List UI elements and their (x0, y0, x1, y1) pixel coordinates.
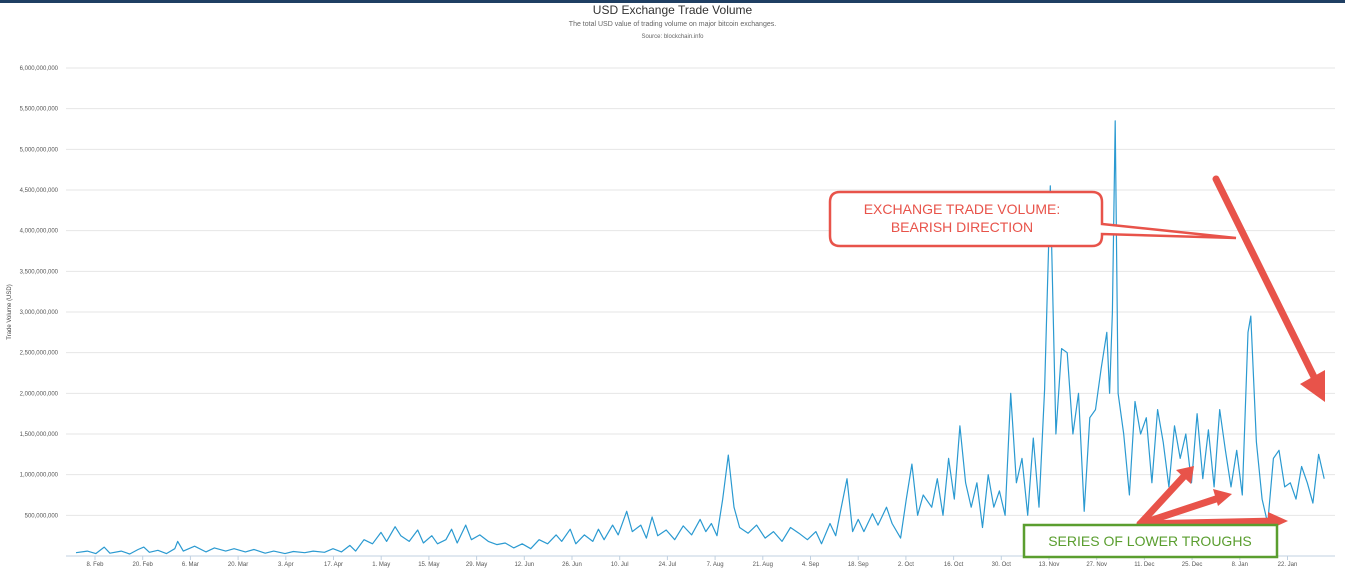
x-tick-label: 22. Jan (1278, 562, 1298, 568)
series-line (75, 120, 1325, 555)
x-tick-label: 24. Jul (659, 562, 677, 568)
y-tick-label: 2,000,000,000 (20, 391, 59, 397)
x-tick-label: 16. Oct (944, 562, 964, 568)
axis-layer: 500,000,000 1,000,000,000 1,500,000,000 2,0… (20, 66, 1335, 568)
x-tick-label: 20. Mar (228, 562, 248, 568)
x-tick-label: 2. Oct (898, 562, 914, 568)
bearish-annotation: EXCHANGE TRADE VOLUME: BEARISH DIRECTION (828, 175, 1325, 402)
bearish-arrow (1212, 175, 1322, 389)
x-tick-label: 11. Dec (1134, 562, 1154, 568)
y-tick-label: 500,000,000 (25, 513, 59, 519)
y-tick-label: 3,000,000,000 (20, 310, 59, 316)
y-tick-label: 4,500,000,000 (20, 188, 59, 194)
line-chart: 500,000,000 1,000,000,000 1,500,000,000 2,0… (7, 66, 1335, 568)
x-tick-label: 7. Aug (707, 562, 724, 568)
troughs-annotation: SERIES OF LOWER TROUGHS (1022, 466, 1288, 559)
grid-layer (66, 67, 1335, 516)
y-tick-label: 5,500,000,000 (20, 107, 59, 113)
y-tick-label: 6,000,000,000 (20, 66, 59, 72)
x-tick-label: 3. Apr (278, 562, 294, 568)
trough-arrowhead-2 (1213, 489, 1232, 506)
x-tick-label: 25. Dec (1182, 562, 1203, 568)
troughs-box-text: SERIES OF LOWER TROUGHS (1048, 533, 1252, 549)
x-tick-label: 20. Feb (133, 562, 154, 568)
y-axis-label: Trade Volume (USD) (7, 284, 13, 339)
y-tick-label: 5,000,000,000 (20, 147, 59, 153)
x-tick-label: 10. Jul (611, 562, 629, 568)
y-tick-label: 2,500,000,000 (20, 351, 59, 357)
x-tick-label: 30. Oct (992, 562, 1012, 568)
x-tick-label: 27. Nov (1086, 562, 1107, 568)
x-tick-label: 1. May (372, 562, 390, 568)
bubble-line-1: EXCHANGE TRADE VOLUME: (864, 201, 1061, 217)
x-tick-label: 18. Sep (848, 562, 869, 568)
y-tick-label: 1,000,000,000 (20, 473, 59, 479)
x-tick-label: 26. Jun (562, 562, 582, 568)
y-tick-label: 3,500,000,000 (20, 269, 59, 275)
x-tick-label: 15. May (418, 562, 439, 568)
x-tick-label: 8. Jan (1232, 562, 1248, 568)
x-tick-label: 29. May (466, 562, 487, 568)
y-tick-label: 4,000,000,000 (20, 229, 59, 235)
y-tick-label: 1,500,000,000 (20, 432, 59, 438)
x-tick-label: 21. Aug (753, 562, 773, 568)
x-tick-label: 12. Jun (514, 562, 534, 568)
x-tick-label: 8. Feb (86, 562, 104, 568)
x-tick-label: 17. Apr (324, 562, 343, 568)
x-tick-label: 4. Sep (802, 562, 820, 568)
bubble-line-2: BEARISH DIRECTION (891, 219, 1033, 235)
series-layer (75, 120, 1325, 555)
x-tick-label: 13. Nov (1039, 562, 1060, 568)
x-tick-label: 6. Mar (182, 562, 199, 568)
trough-arrow-3 (1136, 517, 1278, 528)
